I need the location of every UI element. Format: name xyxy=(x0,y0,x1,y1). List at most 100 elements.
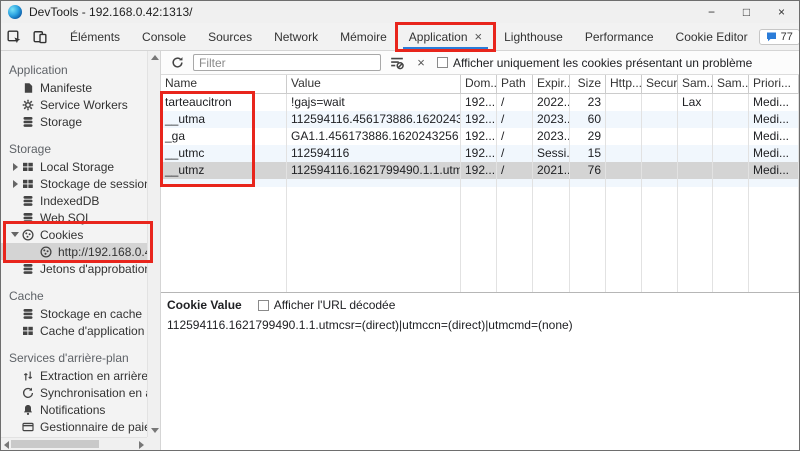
cell-size[interactable]: 60 xyxy=(570,111,606,128)
cell-sameparty[interactable] xyxy=(713,145,749,162)
cell-size[interactable]: 23 xyxy=(570,94,606,111)
sidebar-item-gestionnaire-de-paiement[interactable]: Gestionnaire de paiement xyxy=(1,418,147,435)
cell-priority[interactable]: Medi... xyxy=(749,128,799,145)
cell-samesite[interactable] xyxy=(678,162,713,179)
column-header-priority[interactable]: Priori... xyxy=(749,75,799,93)
cell-name[interactable]: _ga xyxy=(161,128,287,145)
cell-httponly[interactable] xyxy=(606,128,642,145)
chevron-right-icon[interactable] xyxy=(9,180,21,188)
cell-path[interactable]: / xyxy=(497,162,533,179)
delete-selected-icon[interactable]: × xyxy=(413,55,429,71)
tab-close-icon[interactable]: × xyxy=(475,29,483,44)
cell-name[interactable]: __utmz xyxy=(161,162,287,179)
column-header-secure[interactable]: Secure xyxy=(642,75,678,93)
cell-httponly[interactable] xyxy=(606,145,642,162)
sidebar-item-cookies[interactable]: Cookies xyxy=(1,226,147,243)
cell-domain[interactable]: 192.... xyxy=(461,111,497,128)
cell-value[interactable]: GA1.1.456173886.1620243256 xyxy=(287,128,461,145)
cell-secure[interactable] xyxy=(642,162,678,179)
cookie-row[interactable]: __utma112594116.456173886.1620243256.16.… xyxy=(161,111,799,128)
cell-name[interactable]: __utma xyxy=(161,111,287,128)
cell-value[interactable]: 112594116 xyxy=(287,145,461,162)
cell-sameparty[interactable] xyxy=(713,162,749,179)
sidebar-item-notifications[interactable]: Notifications xyxy=(1,401,147,418)
cell-name[interactable]: __utmc xyxy=(161,145,287,162)
scrollbar-thumb[interactable] xyxy=(11,440,99,448)
device-toolbar-icon[interactable] xyxy=(27,23,53,50)
tab-cookie-editor[interactable]: Cookie Editor xyxy=(665,23,759,50)
cell-domain[interactable]: 192.... xyxy=(461,94,497,111)
close-button[interactable]: × xyxy=(764,1,799,23)
tab-network[interactable]: Network xyxy=(263,23,329,50)
sidebar-item-extraction-en-arri-re-plan[interactable]: Extraction en arrière-plan xyxy=(1,367,147,384)
scroll-right-icon[interactable] xyxy=(139,441,144,449)
minimize-button[interactable]: − xyxy=(694,1,729,23)
cell-domain[interactable]: 192.... xyxy=(461,145,497,162)
cell-sameparty[interactable] xyxy=(713,94,749,111)
tab-performance[interactable]: Performance xyxy=(574,23,665,50)
column-header-httponly[interactable]: Http... xyxy=(606,75,642,93)
cookie-row[interactable]: __utmz112594116.1621799490.1.1.utmcsr=(d… xyxy=(161,162,799,179)
column-header-value[interactable]: Value xyxy=(287,75,461,93)
cookie-row[interactable]: _gaGA1.1.456173886.1620243256192..../202… xyxy=(161,128,799,145)
sidebar-item-stockage-en-cache[interactable]: Stockage en cache xyxy=(1,305,147,322)
sidebar-item-jetons-d-approbation[interactable]: Jetons d'approbation xyxy=(1,260,147,277)
cell-name[interactable]: tarteaucitron xyxy=(161,94,287,111)
cell-httponly[interactable] xyxy=(606,94,642,111)
only-issues-checkbox[interactable] xyxy=(437,57,448,68)
scroll-left-icon[interactable] xyxy=(4,441,9,449)
column-header-size[interactable]: Size xyxy=(570,75,606,93)
cell-priority[interactable]: Medi... xyxy=(749,94,799,111)
cell-expires[interactable]: 2022... xyxy=(533,94,570,111)
tab-console[interactable]: Console xyxy=(131,23,197,50)
refresh-icon[interactable] xyxy=(169,55,185,71)
column-header-name[interactable]: Name xyxy=(161,75,287,93)
sidebar-item-local-storage[interactable]: Local Storage xyxy=(1,158,147,175)
sidebar-item-manifeste[interactable]: Manifeste xyxy=(1,79,147,96)
tab-sources[interactable]: Sources xyxy=(197,23,263,50)
cell-samesite[interactable] xyxy=(678,145,713,162)
cell-path[interactable]: / xyxy=(497,111,533,128)
sidebar-item-indexeddb[interactable]: IndexedDB xyxy=(1,192,147,209)
issues-badge[interactable]: 77 xyxy=(759,29,800,45)
column-header-domain[interactable]: Dom... xyxy=(461,75,497,93)
cell-samesite[interactable] xyxy=(678,111,713,128)
cell-size[interactable]: 15 xyxy=(570,145,606,162)
cell-priority[interactable]: Medi... xyxy=(749,162,799,179)
chevron-right-icon[interactable] xyxy=(9,163,21,171)
sidebar-item-http-192-168-0-42-1313[interactable]: http://192.168.0.42:1313 xyxy=(1,243,147,260)
maximize-button[interactable]: □ xyxy=(729,1,764,23)
cell-samesite[interactable]: Lax xyxy=(678,94,713,111)
column-header-sameparty[interactable]: Sam... xyxy=(713,75,749,93)
cell-sameparty[interactable] xyxy=(713,128,749,145)
sidebar-item-stockage-de-session[interactable]: Stockage de session xyxy=(1,175,147,192)
column-header-path[interactable]: Path xyxy=(497,75,533,93)
tab-lighthouse[interactable]: Lighthouse xyxy=(493,23,574,50)
show-decoded-url-option[interactable]: Afficher l'URL décodée xyxy=(258,298,396,312)
cell-domain[interactable]: 192.... xyxy=(461,128,497,145)
sidebar-item-storage[interactable]: Storage xyxy=(1,113,147,130)
sidebar-item-synchronisation-en-arri-re[interactable]: Synchronisation en arrière xyxy=(1,384,147,401)
scroll-up-icon[interactable] xyxy=(151,55,159,60)
cell-expires[interactable]: 2023... xyxy=(533,111,570,128)
cell-sameparty[interactable] xyxy=(713,111,749,128)
tab-application[interactable]: Application× xyxy=(398,23,493,50)
cell-value[interactable]: !gajs=wait xyxy=(287,94,461,111)
column-header-samesite[interactable]: Sam... xyxy=(678,75,713,93)
clear-all-cookies-icon[interactable] xyxy=(389,55,405,71)
cell-path[interactable]: / xyxy=(497,145,533,162)
filter-input[interactable] xyxy=(193,54,381,71)
cell-priority[interactable]: Medi... xyxy=(749,111,799,128)
cell-path[interactable]: / xyxy=(497,128,533,145)
sidebar-item-cache-d-application[interactable]: Cache d'application xyxy=(1,322,147,339)
cell-httponly[interactable] xyxy=(606,162,642,179)
cookie-row[interactable]: __utmc112594116192..../Sessi...15Medi... xyxy=(161,145,799,162)
cell-value[interactable]: 112594116.1621799490.1.1.utmcsr=(di... xyxy=(287,162,461,179)
cell-secure[interactable] xyxy=(642,128,678,145)
column-header-expires[interactable]: Expir... xyxy=(533,75,570,93)
cell-httponly[interactable] xyxy=(606,111,642,128)
inspect-element-icon[interactable] xyxy=(1,23,27,50)
cell-path[interactable]: / xyxy=(497,94,533,111)
cell-domain[interactable]: 192.... xyxy=(461,162,497,179)
cell-size[interactable]: 76 xyxy=(570,162,606,179)
